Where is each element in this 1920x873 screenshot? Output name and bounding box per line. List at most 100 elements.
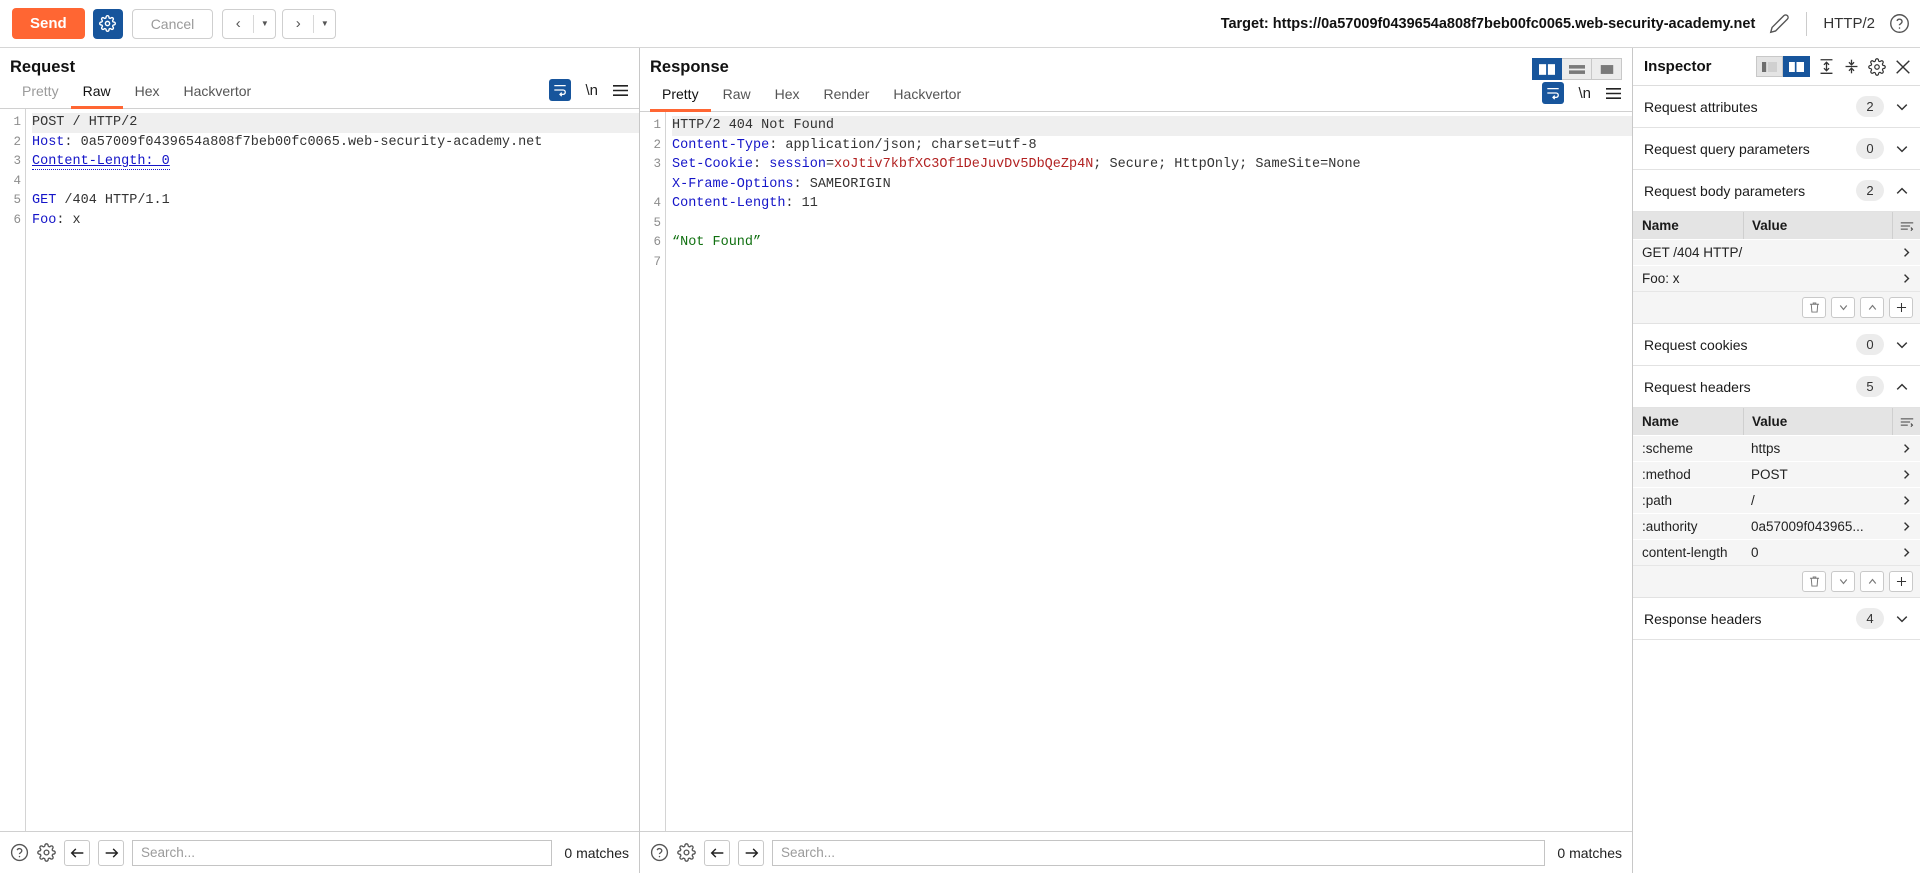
code-line[interactable] xyxy=(672,214,1632,234)
code-line[interactable]: Host: 0a57009f0439654a808f7beb00fc0065.w… xyxy=(32,133,639,153)
chevron-up-icon[interactable] xyxy=(1894,379,1910,395)
search-back-button[interactable] xyxy=(64,840,90,866)
table-row[interactable]: :methodPOST xyxy=(1633,461,1920,487)
row-expand-icon[interactable] xyxy=(1892,240,1920,265)
chevron-down-icon[interactable] xyxy=(1894,337,1910,353)
table-columns-icon[interactable] xyxy=(1892,408,1920,435)
tab-request-pretty[interactable]: Pretty xyxy=(10,77,71,109)
request-search-input[interactable] xyxy=(132,840,552,866)
hamburger-menu-icon[interactable] xyxy=(1605,86,1622,101)
cancel-button[interactable]: Cancel xyxy=(132,9,214,39)
table-row[interactable]: :path/ xyxy=(1633,487,1920,513)
inspector-view-split-button[interactable] xyxy=(1783,56,1810,77)
code-line[interactable]: X-Frame-Options: SAMEORIGIN xyxy=(672,175,1632,195)
pencil-icon[interactable] xyxy=(1769,13,1790,34)
code-line[interactable]: Foo: x xyxy=(32,211,639,231)
gear-icon[interactable] xyxy=(677,843,696,862)
inspector-section-header[interactable]: Response headers4 xyxy=(1633,598,1920,640)
move-up-icon[interactable] xyxy=(1860,297,1884,318)
chevron-down-icon[interactable] xyxy=(1894,141,1910,157)
response-code[interactable]: HTTP/2 404 Not FoundContent-Type: applic… xyxy=(666,112,1632,831)
inspector-section-header[interactable]: Request query parameters0 xyxy=(1633,128,1920,170)
table-row[interactable]: Foo: x xyxy=(1633,265,1920,291)
search-forward-button[interactable] xyxy=(738,840,764,866)
code-line[interactable]: Set-Cookie: session=xoJtiv7kbfXC3Of1DeJu… xyxy=(672,155,1632,175)
back-dropdown-caret-icon[interactable]: ▼ xyxy=(254,10,275,38)
move-up-icon[interactable] xyxy=(1860,571,1884,592)
inspector-section-count: 2 xyxy=(1856,96,1884,117)
send-settings-gear-icon[interactable] xyxy=(93,9,123,39)
hamburger-menu-icon[interactable] xyxy=(612,83,629,98)
row-expand-icon[interactable] xyxy=(1892,514,1920,539)
table-columns-icon[interactable] xyxy=(1892,212,1920,239)
help-circle-icon[interactable] xyxy=(650,843,669,862)
inspector-header: Inspector xyxy=(1633,48,1920,86)
add-icon[interactable] xyxy=(1889,297,1913,318)
tab-request-hex[interactable]: Hex xyxy=(123,77,172,109)
move-down-icon[interactable] xyxy=(1831,297,1855,318)
code-line[interactable]: HTTP/2 404 Not Found xyxy=(672,116,1632,136)
collapse-all-icon[interactable] xyxy=(1843,58,1860,75)
word-wrap-icon[interactable] xyxy=(1542,82,1564,104)
code-line[interactable]: Content-Length: 0 xyxy=(32,152,639,172)
close-icon[interactable] xyxy=(1894,58,1912,76)
table-row[interactable]: content-length0 xyxy=(1633,539,1920,565)
gear-icon[interactable] xyxy=(1868,58,1886,76)
row-expand-icon[interactable] xyxy=(1892,488,1920,513)
layout-single-button[interactable] xyxy=(1592,58,1622,80)
move-down-icon[interactable] xyxy=(1831,571,1855,592)
send-button[interactable]: Send xyxy=(12,8,85,39)
chevron-left-icon[interactable]: ‹ xyxy=(223,10,253,38)
newline-toggle[interactable]: \n xyxy=(585,82,598,99)
tab-response-render[interactable]: Render xyxy=(812,80,882,112)
chevron-down-icon[interactable] xyxy=(1894,611,1910,627)
inspector-section-header[interactable]: Request attributes2 xyxy=(1633,86,1920,128)
newline-toggle[interactable]: \n xyxy=(1578,85,1591,102)
delete-icon[interactable] xyxy=(1802,297,1826,318)
request-code[interactable]: POST / HTTP/2Host: 0a57009f0439654a808f7… xyxy=(26,109,639,831)
table-row[interactable]: :schemehttps xyxy=(1633,435,1920,461)
tab-response-hackvertor[interactable]: Hackvertor xyxy=(881,80,973,112)
code-line[interactable]: Content-Type: application/json; charset=… xyxy=(672,136,1632,156)
request-pane: Request Pretty Raw Hex Hackvertor xyxy=(0,48,640,873)
inspector-view-compact-button[interactable] xyxy=(1756,56,1783,77)
add-icon[interactable] xyxy=(1889,571,1913,592)
code-line[interactable]: Content-Length: 11 xyxy=(672,194,1632,214)
chevron-right-icon[interactable]: › xyxy=(283,10,313,38)
code-line[interactable]: “Not Found” xyxy=(672,233,1632,253)
help-circle-icon[interactable] xyxy=(1889,13,1910,34)
layout-side-by-side-button[interactable] xyxy=(1532,58,1562,80)
table-row[interactable]: :authority0a57009f043965... xyxy=(1633,513,1920,539)
row-expand-icon[interactable] xyxy=(1892,436,1920,461)
tab-response-raw[interactable]: Raw xyxy=(711,80,763,112)
forward-dropdown-caret-icon[interactable]: ▼ xyxy=(314,10,335,38)
chevron-up-icon[interactable] xyxy=(1894,183,1910,199)
help-circle-icon[interactable] xyxy=(10,843,29,862)
tab-request-hackvertor[interactable]: Hackvertor xyxy=(172,77,264,109)
row-expand-icon[interactable] xyxy=(1892,462,1920,487)
inspector-section-header[interactable]: Request cookies0 xyxy=(1633,324,1920,366)
tab-response-pretty[interactable]: Pretty xyxy=(650,80,711,112)
tab-request-raw[interactable]: Raw xyxy=(71,77,123,109)
request-editor[interactable]: 123456 POST / HTTP/2Host: 0a57009f043965… xyxy=(0,109,639,831)
layout-stacked-button[interactable] xyxy=(1562,58,1592,80)
delete-icon[interactable] xyxy=(1802,571,1826,592)
word-wrap-icon[interactable] xyxy=(549,79,571,101)
search-back-button[interactable] xyxy=(704,840,730,866)
inspector-section-header[interactable]: Request body parameters2 xyxy=(1633,170,1920,212)
expand-all-icon[interactable] xyxy=(1818,58,1835,75)
code-line[interactable]: GET /404 HTTP/1.1 xyxy=(32,191,639,211)
chevron-down-icon[interactable] xyxy=(1894,99,1910,115)
response-search-input[interactable] xyxy=(772,840,1545,866)
code-line[interactable]: POST / HTTP/2 xyxy=(32,113,639,133)
gear-icon[interactable] xyxy=(37,843,56,862)
cell-value: / xyxy=(1743,488,1892,513)
inspector-section-header[interactable]: Request headers5 xyxy=(1633,366,1920,408)
table-row[interactable]: GET /404 HTTP/... xyxy=(1633,239,1920,265)
tab-response-hex[interactable]: Hex xyxy=(763,80,812,112)
response-editor[interactable]: 123 4567 HTTP/2 404 Not FoundContent-Typ… xyxy=(640,112,1632,831)
row-expand-icon[interactable] xyxy=(1892,266,1920,291)
code-line[interactable] xyxy=(32,172,639,192)
row-expand-icon[interactable] xyxy=(1892,540,1920,565)
search-forward-button[interactable] xyxy=(98,840,124,866)
